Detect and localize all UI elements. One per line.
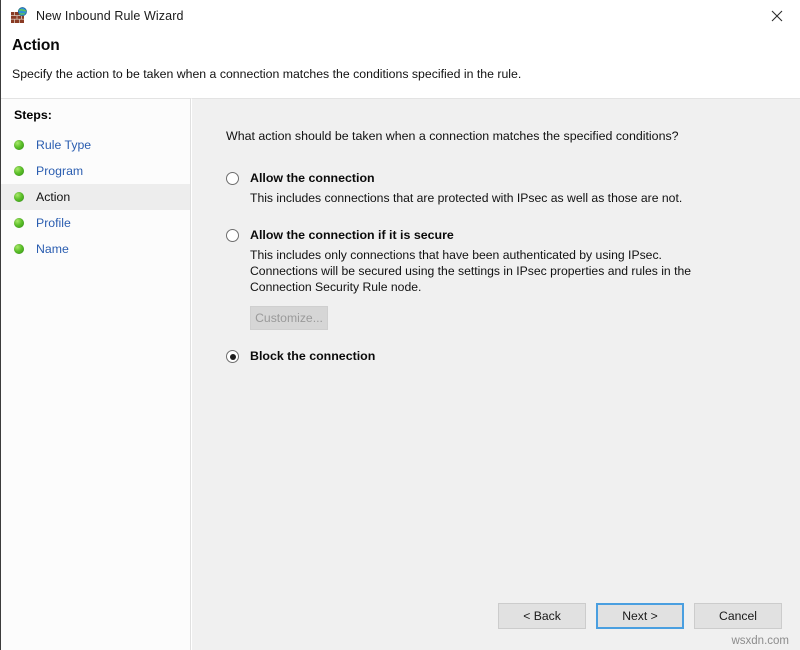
option-label: Block the connection [250,349,375,363]
wizard-body: Steps: Rule Type Program Action Profile … [1,98,800,650]
page-subtitle: Specify the action to be taken when a co… [12,67,800,81]
sidebar-item-label: Name [36,242,69,256]
customize-button: Customize... [250,306,328,330]
option-label: Allow the connection [250,171,375,185]
step-bullet-icon [14,218,24,228]
sidebar-item-label: Action [36,190,70,204]
title-bar: New Inbound Rule Wizard [1,0,800,31]
step-bullet-icon [14,192,24,202]
close-icon[interactable] [754,0,800,31]
wizard-window: New Inbound Rule Wizard Action Specify t… [0,0,800,650]
page-title: Action [12,37,800,55]
sidebar-item-program[interactable]: Program [1,158,190,184]
next-button[interactable]: Next > [596,603,684,629]
sidebar-item-label: Rule Type [36,138,91,152]
back-button[interactable]: < Back [498,603,586,629]
radio-block-connection[interactable] [226,350,239,363]
step-bullet-icon [14,244,24,254]
wizard-footer: < Back Next > Cancel [498,603,782,629]
sidebar-item-label: Program [36,164,83,178]
radio-allow-if-secure[interactable] [226,229,239,242]
step-bullet-icon [14,166,24,176]
step-bullet-icon [14,140,24,150]
content-panel: What action should be taken when a conne… [191,98,800,650]
option-allow-if-secure[interactable]: Allow the connection if it is secure Thi… [226,228,800,330]
sidebar-item-rule-type[interactable]: Rule Type [1,132,190,158]
watermark: wsxdn.com [731,635,789,647]
option-description: This includes only connections that have… [250,247,710,295]
sidebar-item-name[interactable]: Name [1,236,190,262]
firewall-globe-icon [10,7,28,25]
steps-sidebar: Steps: Rule Type Program Action Profile … [1,98,191,650]
cancel-button[interactable]: Cancel [694,603,782,629]
option-description: This includes connections that are prote… [250,190,710,206]
radio-allow-connection[interactable] [226,172,239,185]
option-block-connection[interactable]: Block the connection [226,349,800,363]
action-question: What action should be taken when a conne… [226,129,800,143]
steps-heading: Steps: [1,108,190,132]
sidebar-item-action[interactable]: Action [1,184,190,210]
sidebar-item-profile[interactable]: Profile [1,210,190,236]
option-label: Allow the connection if it is secure [250,228,454,242]
sidebar-item-label: Profile [36,216,71,230]
page-header: Action Specify the action to be taken wh… [1,31,800,98]
window-title: New Inbound Rule Wizard [36,9,184,23]
option-allow-connection[interactable]: Allow the connection This includes conne… [226,171,800,206]
